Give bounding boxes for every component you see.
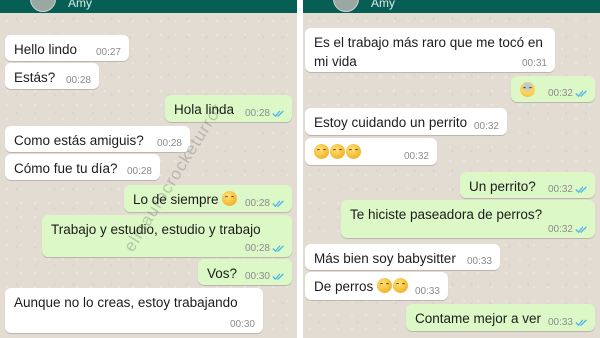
message-time: 00:32 (473, 121, 499, 132)
message-time: 00:27 (95, 47, 121, 58)
message-outgoing[interactable]: Contame mejor a ver 00:33 (406, 304, 595, 331)
chat-panel-left: Amy Hello lindo 00:27 Estás? 00:28 Hola … (0, 0, 297, 338)
message-incoming[interactable]: Estoy cuidando un perrito 00:32 (305, 108, 507, 135)
message-emoji-wrap (314, 143, 362, 162)
message-incoming[interactable]: De perros 00:33 (305, 272, 448, 300)
message-time: 00:30 (229, 319, 255, 330)
message-outgoing[interactable]: Hola linda 00:28 (165, 95, 292, 122)
message-text: Te hiciste paseadora de perros? (350, 207, 543, 222)
message-text: Trabajo y estudio, estudio y trabajo (51, 222, 261, 237)
laughing-tears-emoji (222, 191, 238, 206)
message-text: Como estás amiguis? (14, 133, 144, 148)
message-text: Estoy cuidando un perrito (314, 115, 468, 130)
chat-header[interactable]: Amy (303, 0, 600, 13)
message-time: 00:28 (244, 198, 270, 209)
message-incoming[interactable]: Hello lindo 00:27 (5, 35, 129, 61)
laughing-tears-emoji (330, 144, 345, 159)
message-incoming[interactable]: Cómo fue tu día? 00:28 (5, 154, 160, 180)
double-check-icon (575, 226, 587, 234)
message-text: Un perrito? (469, 179, 536, 194)
message-time: 00:28 (244, 243, 270, 254)
message-time: 00:28 (65, 75, 91, 86)
double-check-icon (272, 273, 284, 281)
message-text: De perros (314, 279, 374, 294)
message-text: Contame mejor a ver (415, 311, 542, 326)
double-check-icon (272, 200, 284, 208)
message-time: 00:28 (126, 166, 152, 177)
message-time: 00:33 (466, 256, 492, 267)
message-time: 00:32 (403, 151, 429, 162)
message-incoming[interactable]: 00:32 (305, 138, 437, 165)
message-incoming[interactable]: Aunque no lo creas, estoy trabajando 00:… (5, 288, 263, 333)
message-time: 00:28 (156, 138, 182, 149)
contact-name: Amy (68, 0, 92, 10)
message-text: Cómo fue tu día? (14, 161, 118, 176)
message-time: 00:28 (244, 108, 270, 119)
message-text: Vos? (207, 266, 238, 281)
laughing-tears-emoji (377, 278, 393, 293)
message-incoming[interactable]: Más bien soy babysitter 00:33 (305, 244, 500, 270)
double-check-icon (575, 319, 587, 327)
double-check-icon (272, 245, 284, 253)
message-outgoing[interactable]: Un perrito? 00:32 (460, 172, 595, 198)
double-check-icon (272, 110, 284, 118)
message-outgoing[interactable]: Lo de siempre 00:28 (124, 185, 292, 212)
double-check-icon (575, 186, 587, 194)
message-text: Estás? (14, 70, 56, 85)
message-emoji-wrap (520, 81, 536, 100)
chat-panel-right: Amy Es el trabajo más raro que me tocó e… (303, 0, 600, 338)
message-text: Es el trabajo más raro que me tocó en mi… (314, 35, 543, 69)
message-outgoing[interactable]: 00:32 (511, 76, 595, 102)
message-time: 00:33 (414, 286, 440, 297)
message-text: Lo de siempre (133, 192, 219, 207)
message-time: 00:32 (547, 88, 573, 99)
message-time: 00:32 (547, 224, 573, 235)
chat-header[interactable]: Amy (0, 0, 297, 13)
contact-avatar[interactable] (30, 0, 56, 12)
message-text: Aunque no lo creas, estoy trabajando (14, 295, 238, 310)
message-text: Hello lindo (14, 42, 78, 57)
message-time: 00:31 (521, 58, 547, 69)
screaming-face-emoji (520, 82, 535, 97)
message-incoming[interactable]: Como estás amiguis? 00:28 (5, 126, 190, 152)
message-outgoing[interactable]: Trabajo y estudio, estudio y trabajo 00:… (42, 215, 292, 257)
message-time: 00:32 (547, 184, 573, 195)
contact-avatar[interactable] (333, 0, 359, 12)
message-text-wrap: Lo de siempre (133, 190, 238, 209)
message-text-wrap: De perros (314, 277, 409, 296)
message-text: Más bien soy babysitter (314, 251, 456, 266)
contact-name: Amy (371, 0, 395, 10)
message-incoming[interactable]: Es el trabajo más raro que me tocó en mi… (305, 28, 555, 72)
message-time: 00:33 (547, 317, 573, 328)
laughing-tears-emoji (346, 144, 361, 159)
laughing-tears-emoji (314, 144, 329, 159)
message-time: 00:30 (244, 271, 270, 282)
laughing-tears-emoji (393, 278, 409, 293)
message-incoming[interactable]: Estás? 00:28 (5, 63, 99, 89)
message-outgoing[interactable]: Te hiciste paseadora de perros? 00:32 (341, 200, 595, 238)
message-outgoing[interactable]: Vos? 00:30 (198, 259, 292, 285)
double-check-icon (575, 90, 587, 98)
message-text: Hola linda (174, 102, 235, 117)
